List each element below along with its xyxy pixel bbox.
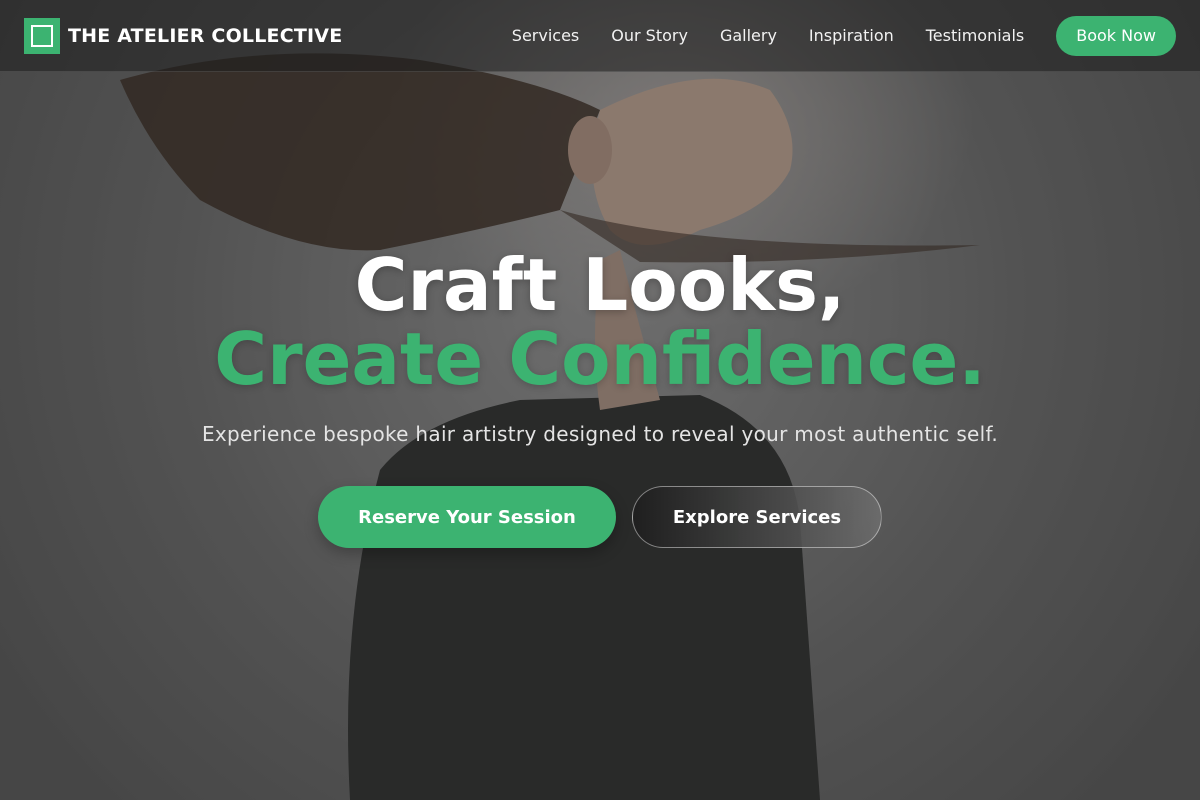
top-navbar: THE ATELIER COLLECTIVE Services Our Stor… <box>0 0 1200 72</box>
reserve-session-button[interactable]: Reserve Your Session <box>318 486 616 548</box>
nav-link-our-story[interactable]: Our Story <box>611 26 688 45</box>
headline-line-1: Craft Looks, <box>354 243 846 327</box>
book-now-button[interactable]: Book Now <box>1056 15 1176 56</box>
nav-links: Services Our Story Gallery Inspiration T… <box>512 15 1176 56</box>
cta-row: Reserve Your Session Explore Services <box>0 486 1200 548</box>
headline-line-2: Create Confidence. <box>214 317 986 401</box>
explore-services-button[interactable]: Explore Services <box>632 486 882 548</box>
square-frame-icon <box>24 17 60 54</box>
hero-subtitle: Experience bespoke hair artistry designe… <box>201 422 999 446</box>
brand[interactable]: THE ATELIER COLLECTIVE <box>24 17 343 54</box>
nav-link-testimonials[interactable]: Testimonials <box>926 26 1025 45</box>
nav-link-inspiration[interactable]: Inspiration <box>809 26 894 45</box>
hero-section: Craft Looks, Create Confidence. Experien… <box>0 248 1200 548</box>
nav-link-services[interactable]: Services <box>512 26 579 45</box>
brand-name: THE ATELIER COLLECTIVE <box>68 24 343 47</box>
nav-link-gallery[interactable]: Gallery <box>720 26 777 45</box>
